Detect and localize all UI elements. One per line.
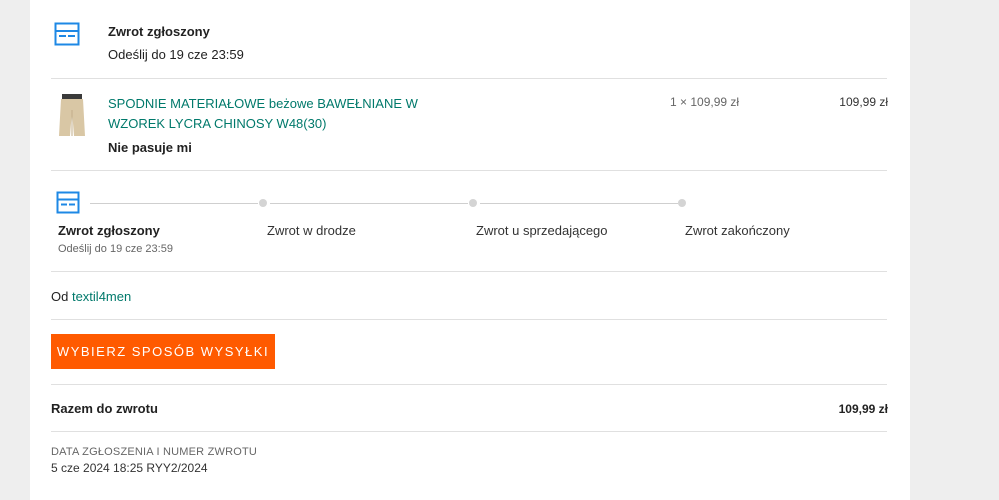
progress-dot xyxy=(259,199,267,207)
step-sub-deadline: Odeślij do 19 cze 23:59 xyxy=(58,243,173,255)
parcel-box-icon xyxy=(56,191,80,214)
step-label-reported: Zwrot zgłoszony xyxy=(58,223,160,238)
return-meta-heading: DATA ZGŁOSZENIA I NUMER ZWROTU xyxy=(51,446,258,458)
product-thumbnail[interactable] xyxy=(54,92,90,143)
divider xyxy=(51,271,887,272)
quantity-price: 1 × 109,99 zł xyxy=(670,95,740,109)
return-reason: Nie pasuje mi xyxy=(108,140,192,155)
divider xyxy=(51,431,887,432)
seller-link[interactable]: textil4men xyxy=(72,289,131,304)
progress-line xyxy=(270,203,468,204)
return-card: Zwrot zgłoszony Odeślij do 19 cze 23:59 … xyxy=(30,0,910,500)
choose-shipping-button[interactable]: WYBIERZ SPOSÓB WYSYŁKI xyxy=(51,334,275,369)
step-label-at-seller: Zwrot u sprzedającego xyxy=(476,223,608,238)
divider xyxy=(51,319,887,320)
product-name-link[interactable]: SPODNIE MATERIAŁOWE beżowe BAWEŁNIANE W … xyxy=(108,94,418,134)
parcel-box-icon xyxy=(54,22,80,46)
step-label-completed: Zwrot zakończony xyxy=(685,223,790,238)
progress-line xyxy=(480,203,678,204)
divider xyxy=(51,78,887,79)
progress-dot xyxy=(678,199,686,207)
step-label-in-transit: Zwrot w drodze xyxy=(267,223,356,238)
seller-line: Od textil4men xyxy=(51,289,131,304)
divider xyxy=(51,170,887,171)
seller-prefix: Od xyxy=(51,289,69,304)
return-meta-value: 5 cze 2024 18:25 RYY2/2024 xyxy=(51,461,208,475)
return-deadline: Odeślij do 19 cze 23:59 xyxy=(108,47,244,62)
item-total: 109,99 zł xyxy=(839,95,888,109)
divider xyxy=(51,384,887,385)
refund-total-value: 109,99 zł xyxy=(838,402,888,416)
return-status-title: Zwrot zgłoszony xyxy=(108,24,210,39)
progress-line xyxy=(90,203,258,204)
progress-dot xyxy=(469,199,477,207)
refund-total-label: Razem do zwrotu xyxy=(51,401,158,416)
